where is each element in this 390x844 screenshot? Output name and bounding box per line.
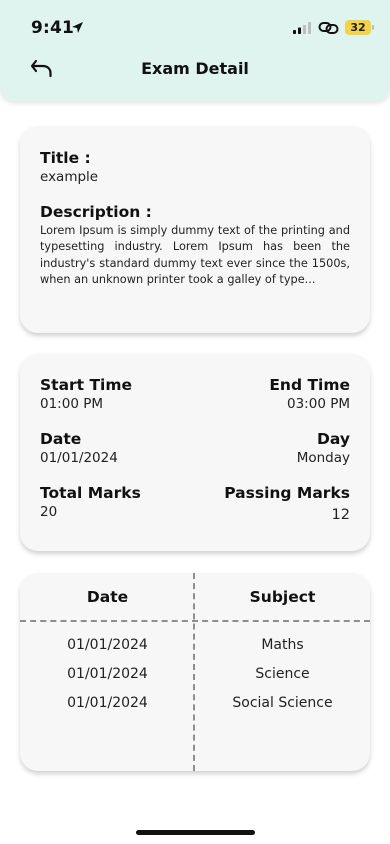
cell-subject: Social Science <box>232 695 333 711</box>
exam-info-card: Title : example Description : Lorem Ipsu… <box>20 126 370 333</box>
description-label: Description : <box>40 203 152 221</box>
table-body: 01/01/2024 Maths 01/01/2024 Science 01/0… <box>20 633 370 720</box>
cell-subject: Science <box>255 666 310 682</box>
column-header-date: Date <box>86 588 129 606</box>
status-bar: 9:41 32 <box>0 0 390 56</box>
signal-bars-icon <box>293 22 311 34</box>
table-row: 01/01/2024 Social Science <box>20 691 370 720</box>
battery-tip <box>372 25 374 30</box>
marks-row: Total Marks 20 Passing Marks 12 <box>40 483 350 525</box>
header-divider <box>20 620 370 622</box>
passing-marks-label: Passing Marks <box>224 484 350 502</box>
link-icon <box>318 22 339 34</box>
start-time-block: Start Time 01:00 PM <box>40 375 132 414</box>
title-label: Title : <box>40 149 91 167</box>
day-value: Monday <box>296 450 350 466</box>
end-time-label: End Time <box>269 376 350 394</box>
date-label: Date <box>40 430 82 448</box>
cell-date: 01/01/2024 <box>67 695 148 711</box>
status-time: 9:41 <box>31 18 75 38</box>
description-value: Lorem Ipsum is simply dummy text of the … <box>40 224 350 286</box>
date-value: 01/01/2024 <box>40 450 118 466</box>
app-header: 9:41 32 Exam Detail <box>0 0 390 101</box>
home-indicator[interactable] <box>136 830 255 835</box>
cell-date: 01/01/2024 <box>67 666 148 682</box>
title-value: example <box>40 169 99 185</box>
location-arrow-icon <box>72 22 83 33</box>
passing-marks-block: Passing Marks 12 <box>224 483 350 525</box>
total-marks-label: Total Marks <box>40 484 141 502</box>
column-header-subject: Subject <box>249 588 316 606</box>
end-time-block: End Time 03:00 PM <box>269 375 350 414</box>
start-time-value: 01:00 PM <box>40 396 103 412</box>
table-row: 01/01/2024 Science <box>20 662 370 691</box>
battery-indicator: 32 <box>345 20 371 35</box>
cell-subject: Maths <box>261 637 304 653</box>
cell-date: 01/01/2024 <box>67 637 148 653</box>
total-marks-block: Total Marks 20 <box>40 483 141 522</box>
day-label: Day <box>317 430 350 448</box>
page-title: Exam Detail <box>141 59 249 78</box>
total-marks-value: 20 <box>40 504 58 520</box>
table-header: Date Subject <box>20 573 370 621</box>
exam-timing-card: Start Time 01:00 PM End Time 03:00 PM Da… <box>20 354 370 551</box>
schedule-table: Date Subject 01/01/2024 Maths 01/01/2024… <box>20 573 370 771</box>
passing-marks-value: 12 <box>331 507 350 523</box>
day-block: Day Monday <box>297 429 350 468</box>
start-time-label: Start Time <box>40 376 133 394</box>
end-time-value: 03:00 PM <box>287 396 350 412</box>
date-block: Date 01/01/2024 <box>40 429 118 468</box>
table-row: 01/01/2024 Maths <box>20 633 370 662</box>
time-row: Start Time 01:00 PM End Time 03:00 PM <box>40 375 350 414</box>
date-row: Date 01/01/2024 Day Monday <box>40 429 350 468</box>
